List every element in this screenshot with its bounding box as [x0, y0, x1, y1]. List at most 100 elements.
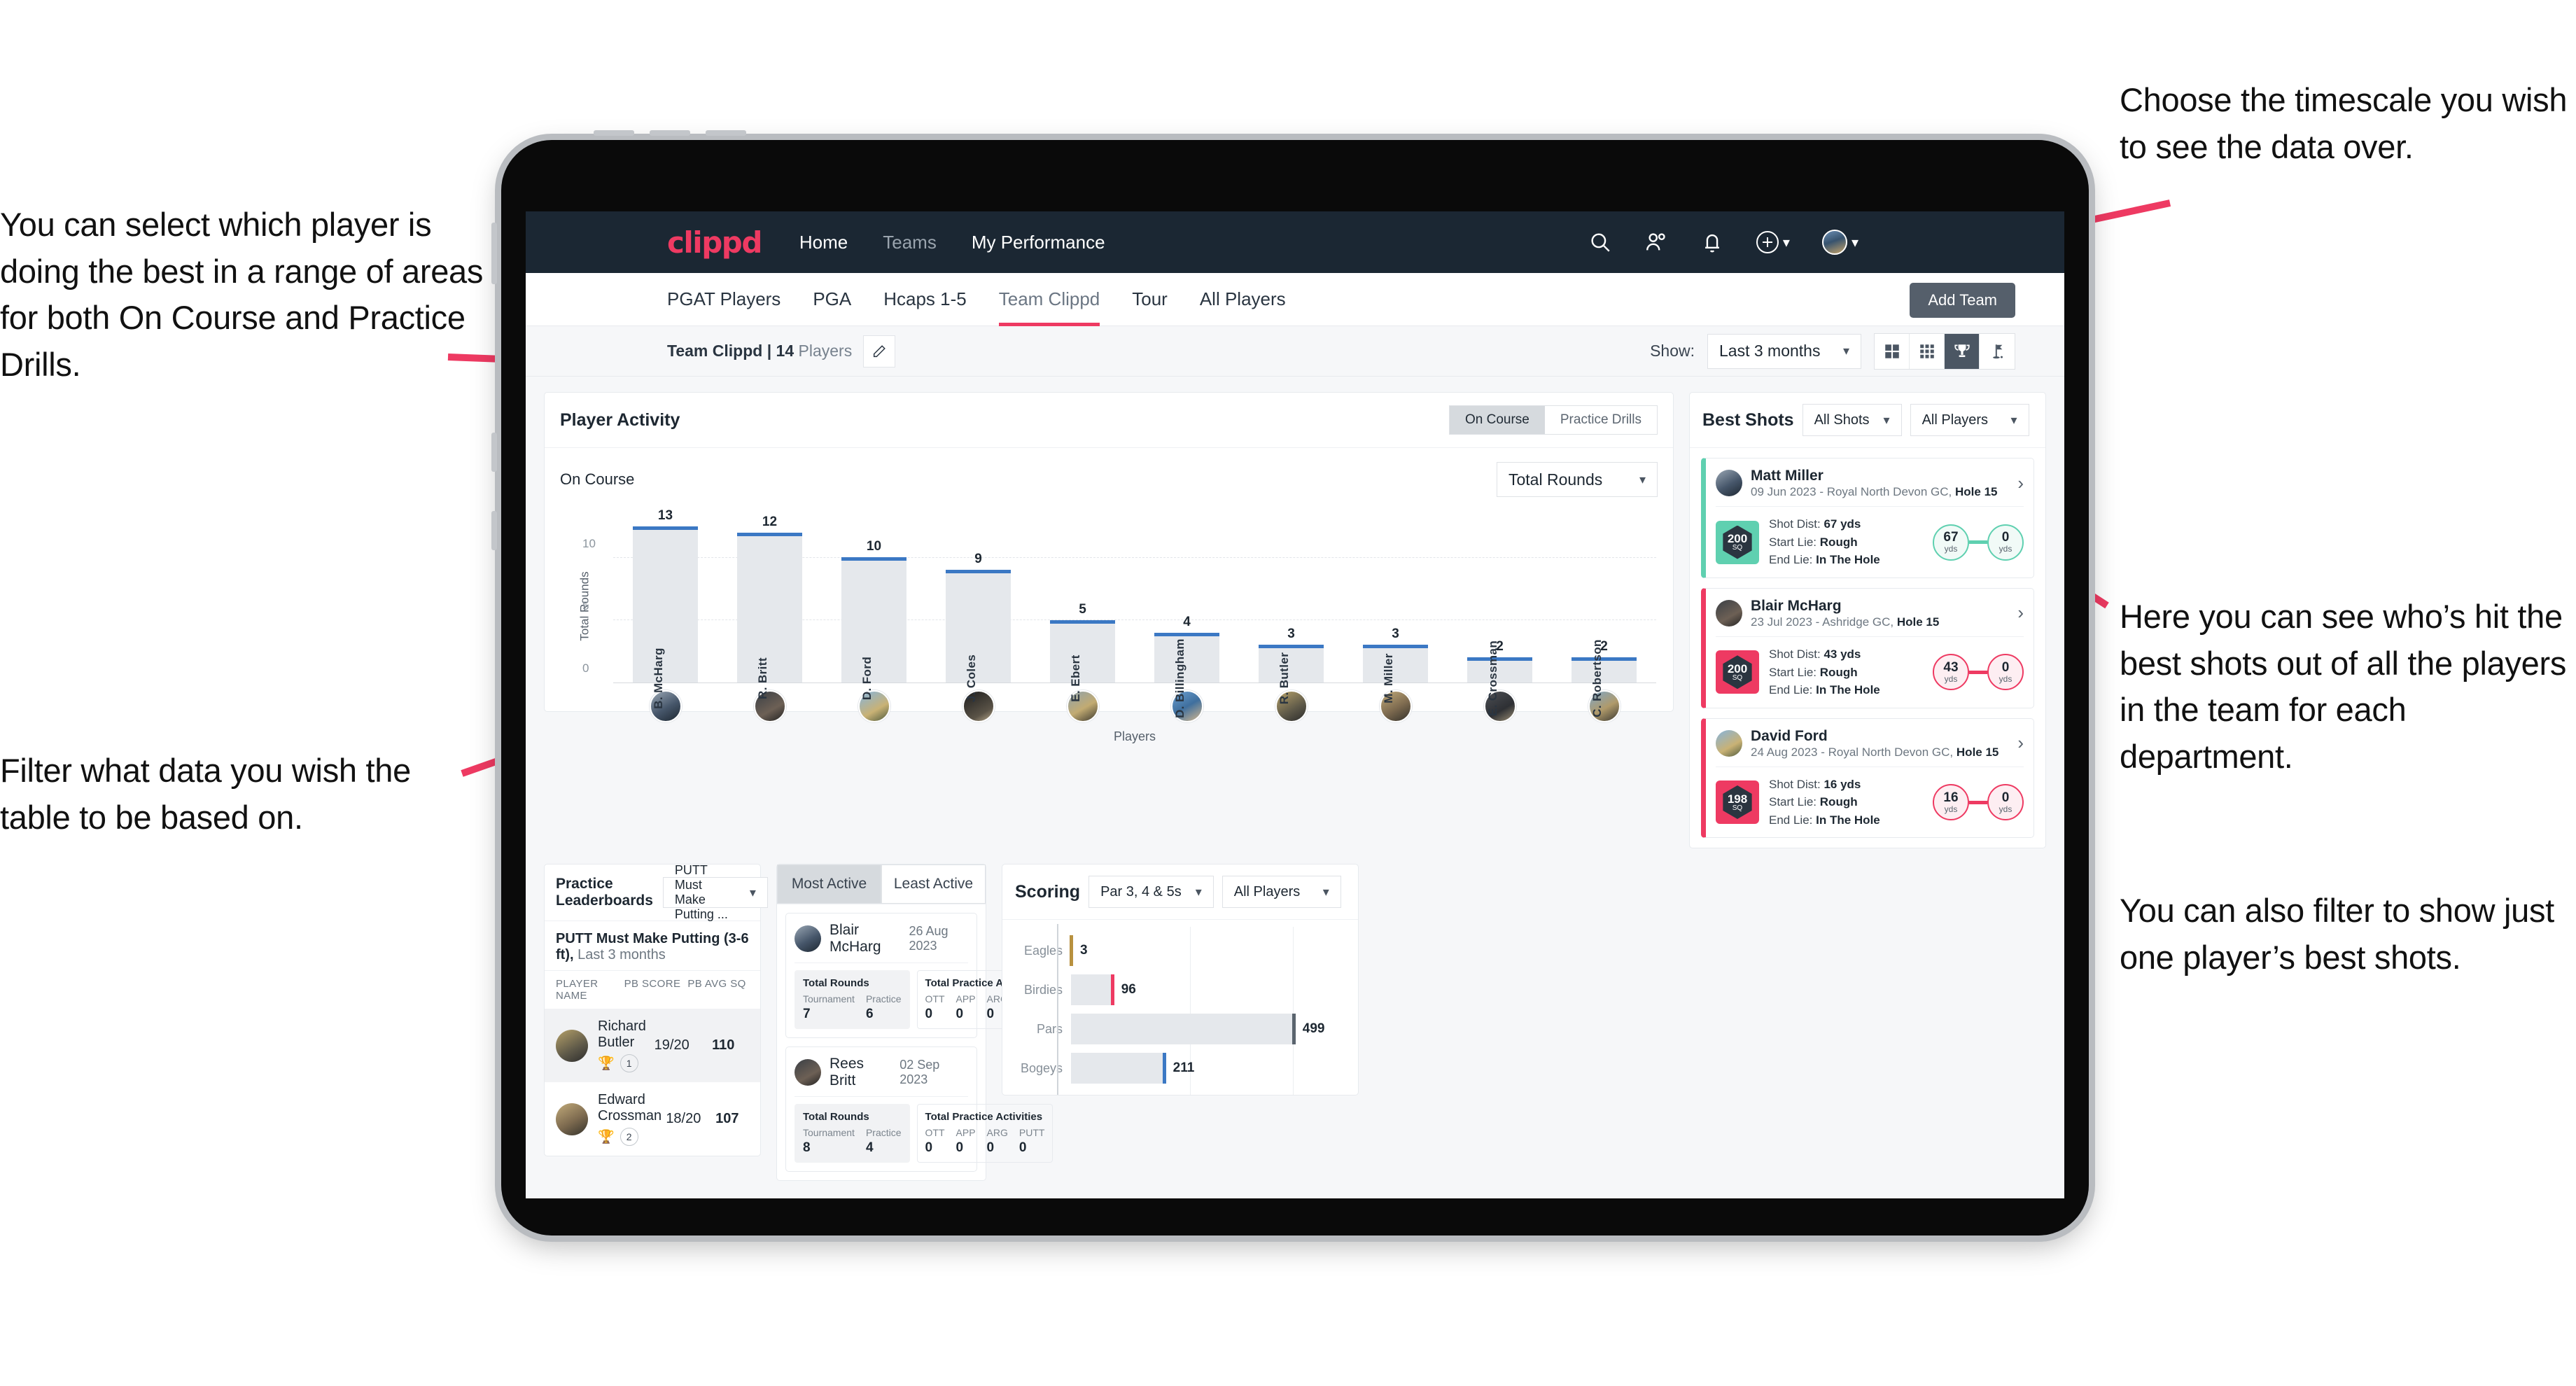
nav-link-my-performance[interactable]: My Performance [972, 232, 1105, 253]
metric-select[interactable]: Total Rounds ▾ [1497, 462, 1658, 497]
drill-value: PUTT Must Make Putting ... [674, 863, 728, 922]
best-shot-item[interactable]: Matt Miller 09 Jun 2023 - Royal North Dev… [1701, 458, 2034, 578]
scoring-bar-cap [1292, 1014, 1296, 1045]
toolbar-right: Show: Last 3 months ▾ [1650, 332, 2015, 370]
par-filter-value: Par 3, 4 & 5s [1100, 883, 1182, 899]
shot-filter-value: All Shots [1814, 412, 1870, 428]
scoring-category-label: Eagles [1023, 943, 1063, 958]
scoring-bar-row[interactable]: Pars 499 [1016, 1009, 1344, 1049]
drill-select[interactable]: PUTT Must Make Putting ... ▾ [662, 863, 768, 921]
scoring-bars: Eagles 3 Birdies 96 Pars 499 Bogeys 211 [1016, 931, 1344, 1088]
clippd-logo[interactable]: clippd [667, 225, 762, 260]
start-lie-label: Start Lie: [1769, 535, 1817, 549]
best-shot-item[interactable]: Blair McHarg 23 Jul 2023 - Ashridge GC, H… [1701, 587, 2034, 708]
to-value: 0 [2001, 659, 2010, 675]
tab-least-active[interactable]: Least Active [881, 864, 986, 904]
trophy-icon[interactable] [1945, 333, 1980, 369]
bar-value-label: 3 [1287, 626, 1295, 642]
bar-column[interactable]: 13 B. McHarg [613, 508, 718, 709]
nav-link-teams[interactable]: Teams [883, 232, 937, 253]
activity-stats: Total Rounds Tournament 8 Practice 4 Total Pr… [794, 1097, 1054, 1163]
add-team-button[interactable]: Add Team [1910, 283, 2015, 318]
chevron-down-icon: ▾ [1883, 412, 1890, 427]
scoring-bar-row[interactable]: Eagles 3 [1016, 931, 1344, 970]
scoring-bar-row[interactable]: Birdies 96 [1016, 970, 1344, 1009]
add-menu[interactable]: ▾ [1756, 231, 1790, 253]
bar-column[interactable]: 3 R. Butler [1239, 508, 1343, 704]
chevron-right-icon[interactable]: › [2017, 472, 2024, 494]
tab-tour[interactable]: Tour [1132, 273, 1168, 326]
user-menu[interactable]: ▾ [1821, 230, 1858, 255]
best-shots-shot-filter[interactable]: All Shots ▾ [1802, 404, 1902, 436]
bar-column[interactable]: 5 E. Ebert [1030, 508, 1135, 702]
tab-pga[interactable]: PGA [813, 273, 851, 326]
bell-icon[interactable] [1700, 230, 1724, 254]
list-item[interactable]: Rees Britt 02 Sep 2023 Total Rounds Tournam… [785, 1046, 1054, 1172]
tab-all-players[interactable]: All Players [1200, 273, 1286, 326]
chevron-right-icon[interactable]: › [2017, 732, 2024, 754]
activity-date: 26 Aug 2023 [909, 924, 948, 953]
tab-pgat-players[interactable]: PGAT Players [667, 273, 780, 326]
scoring-par-filter[interactable]: Par 3, 4 & 5s ▾ [1088, 876, 1214, 909]
practice-col: ARG 0 [986, 1127, 1008, 1156]
nav-link-home[interactable]: Home [799, 232, 848, 253]
bar-category-label: R. Butler [1277, 652, 1291, 705]
bar-column[interactable]: 2 C. Robertson [1552, 508, 1656, 718]
device-button-top-2 [650, 130, 690, 136]
bar-column[interactable]: 10 D. Ford [822, 508, 926, 700]
bar: R. Britt [737, 532, 802, 699]
team-separator: | [762, 342, 776, 360]
dashboard-content: Player Activity On Course Practice Drill… [526, 377, 2064, 1196]
people-icon[interactable] [1644, 230, 1668, 254]
tab-most-active[interactable]: Most Active [777, 864, 881, 904]
bar-category-label: D. Ford [860, 656, 874, 701]
activity-player-name: Blair McHarg [830, 922, 881, 955]
scoring-bar-value: 499 [1302, 1021, 1325, 1037]
shot-quality-badge: 200 SQ [1716, 650, 1759, 694]
tab-hcaps-1-5[interactable]: Hcaps 1-5 [883, 273, 967, 326]
best-shots-player-filter[interactable]: All Players ▾ [1910, 404, 2029, 436]
table-row[interactable]: Edward Crossman 🏆 2 18/20 107 [545, 1082, 760, 1156]
bar-category-label: E. Ebert [1068, 654, 1082, 702]
best-shot-hole: Hole 15 [1955, 485, 1998, 499]
flag-icon[interactable] [1980, 334, 2015, 369]
to-unit: yds [1998, 544, 2012, 554]
scoring-chart: Eagles 3 Birdies 96 Pars 499 Bogeys 211 [1002, 920, 1358, 1096]
grid-small-icon[interactable] [1910, 333, 1945, 369]
bar-column[interactable]: 2 E. Crossman [1448, 508, 1552, 716]
bar-column[interactable]: 12 R. Britt [718, 508, 822, 699]
player-activity-segmented-control: On Course Practice Drills [1449, 405, 1658, 435]
bar-column[interactable]: 3 M. Miller [1343, 508, 1448, 704]
bar-column[interactable]: 4 D. Billingham [1135, 508, 1239, 718]
avatar [1821, 230, 1847, 255]
best-shot-item[interactable]: David Ford 24 Aug 2023 - Royal North Devo… [1701, 718, 2034, 839]
bar-category-label: R. Britt [755, 657, 769, 699]
table-row[interactable]: Richard Butler 🏆 1 19/20 110 [545, 1009, 760, 1083]
tab-team-clippd[interactable]: Team Clippd [998, 273, 1100, 326]
best-shot-course: Royal North Devon GC, [1826, 485, 1952, 499]
pencil-icon[interactable] [863, 335, 896, 368]
scoring-card: Scoring Par 3, 4 & 5s ▾ All Players ▾ Ea… [1002, 864, 1359, 1096]
on-course-label: On Course [560, 470, 635, 488]
bar-column[interactable]: 9 J. Coles [926, 508, 1030, 702]
best-shot-player-name: Matt Miller [1751, 468, 1823, 484]
scoring-player-filter[interactable]: All Players ▾ [1222, 876, 1341, 909]
segment-on-course[interactable]: On Course [1450, 406, 1545, 434]
column-pb-score: PB SCORE [624, 978, 681, 990]
segment-practice-drills[interactable]: Practice Drills [1544, 406, 1657, 434]
grid-large-icon[interactable] [1875, 333, 1910, 369]
scoring-bar-row[interactable]: Bogeys 211 [1016, 1049, 1344, 1088]
avatar [556, 1029, 588, 1062]
end-lie-label: End Lie: [1769, 553, 1813, 567]
search-icon[interactable] [1588, 230, 1612, 254]
bar-value-label: 9 [974, 552, 982, 567]
view-toggle-group [1874, 332, 2015, 370]
end-lie-value: In The Hole [1816, 553, 1880, 567]
practice-col: OTT 0 [925, 1127, 945, 1156]
timescale-select[interactable]: Last 3 months ▾ [1707, 333, 1861, 369]
chevron-right-icon[interactable]: › [2017, 602, 2024, 624]
chart-plot-area: 0 5 10 13 B. McHarg 12 R. Britt 10 D. Ford 9 J.… [582, 508, 1656, 718]
player-activity-title: Player Activity [560, 410, 680, 430]
list-item[interactable]: Blair McHarg 26 Aug 2023 Total Rounds Tourn… [785, 913, 1054, 1039]
avatar [794, 1059, 821, 1086]
